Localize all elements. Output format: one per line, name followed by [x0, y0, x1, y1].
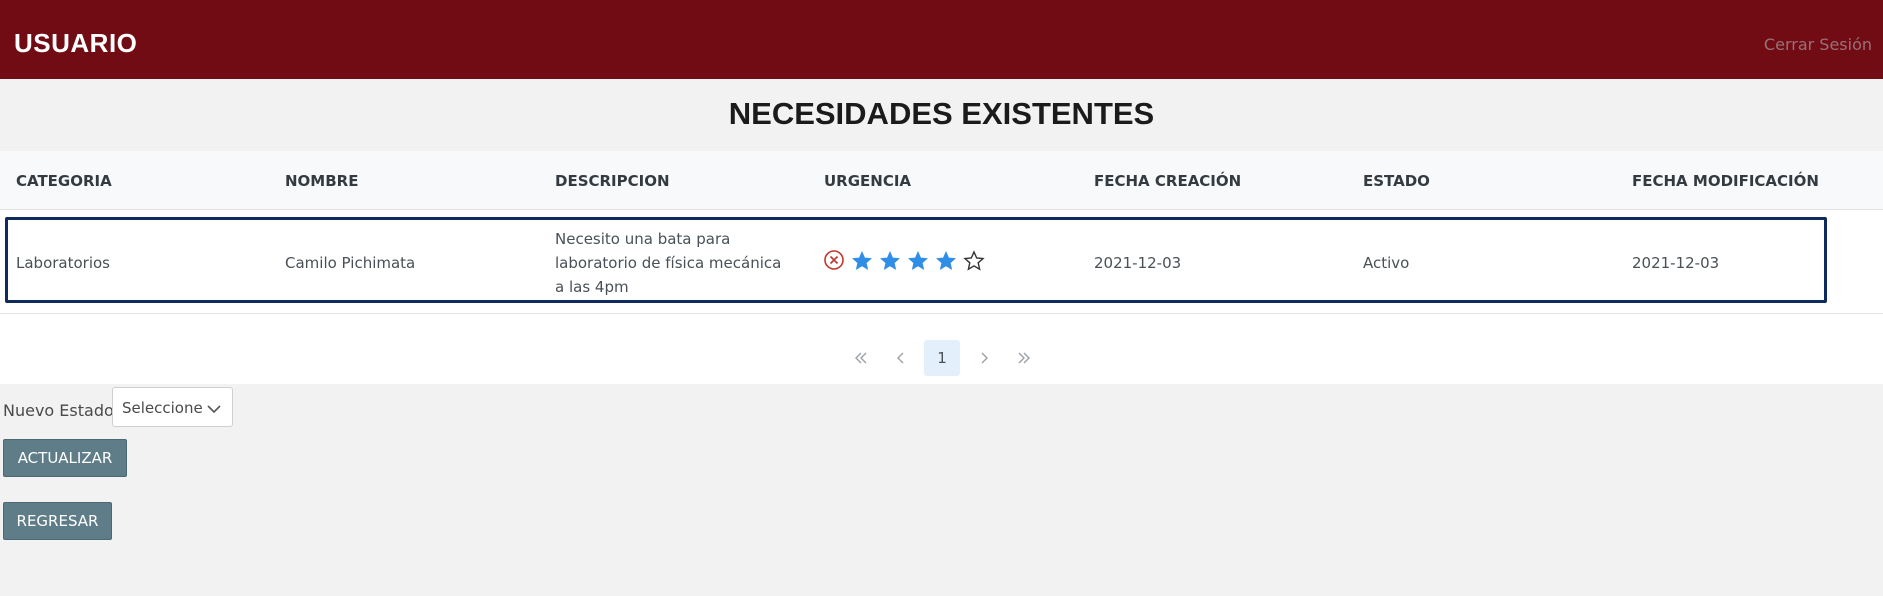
table-header: CATEGORIA NOMBRE DESCRIPCION URGENCIA FE… [0, 151, 1883, 210]
cell-estado: Activo [1363, 254, 1410, 272]
page-button-current[interactable]: 1 [924, 340, 960, 376]
app-brand: USUARIO [14, 28, 138, 58]
column-header-descripcion[interactable]: DESCRIPCION [555, 172, 670, 190]
page-title: NECESIDADES EXISTENTES [728, 96, 1155, 131]
cell-descripcion: Necesito una bata para laboratorio de fí… [555, 230, 782, 296]
cell-fecha-creacion: 2021-12-03 [1094, 254, 1182, 272]
star-filled-icon[interactable] [850, 249, 874, 278]
paginator: 1 [0, 326, 1883, 384]
cell-categoria: Laboratorios [16, 254, 110, 272]
cancel-icon[interactable] [823, 249, 845, 276]
status-select-value: Seleccione [122, 399, 203, 417]
column-header-estado[interactable]: ESTADO [1363, 172, 1430, 190]
chevron-right-icon[interactable] [966, 340, 1002, 376]
chevron-left-icon[interactable] [883, 340, 919, 376]
chevron-down-icon [206, 402, 222, 420]
star-filled-icon[interactable] [906, 249, 930, 278]
column-header-categoria[interactable]: CATEGORIA [16, 172, 112, 190]
double-chevron-right-icon[interactable] [1006, 340, 1042, 376]
star-empty-icon[interactable] [962, 249, 986, 278]
column-header-fecha-creacion[interactable]: FECHA CREACIÓN [1094, 172, 1241, 190]
row-divider [0, 313, 1883, 314]
back-button[interactable]: REGRESAR [3, 502, 112, 540]
column-header-fecha-modificacion[interactable]: FECHA MODIFICACIÓN [1632, 172, 1819, 190]
star-filled-icon[interactable] [878, 249, 902, 278]
update-button[interactable]: ACTUALIZAR [3, 439, 127, 477]
double-chevron-left-icon[interactable] [843, 340, 879, 376]
column-header-urgencia[interactable]: URGENCIA [824, 172, 911, 190]
column-header-nombre[interactable]: NOMBRE [285, 172, 358, 190]
top-navbar: USUARIO Cerrar Sesión [0, 0, 1883, 79]
new-status-label: Nuevo Estado: [3, 401, 120, 420]
star-filled-icon[interactable] [934, 249, 958, 278]
cell-nombre: Camilo Pichimata [285, 254, 416, 272]
logout-link[interactable]: Cerrar Sesión [1764, 35, 1872, 54]
cell-fecha-modificacion: 2021-12-03 [1632, 254, 1720, 272]
status-select[interactable]: Seleccione [112, 387, 233, 427]
